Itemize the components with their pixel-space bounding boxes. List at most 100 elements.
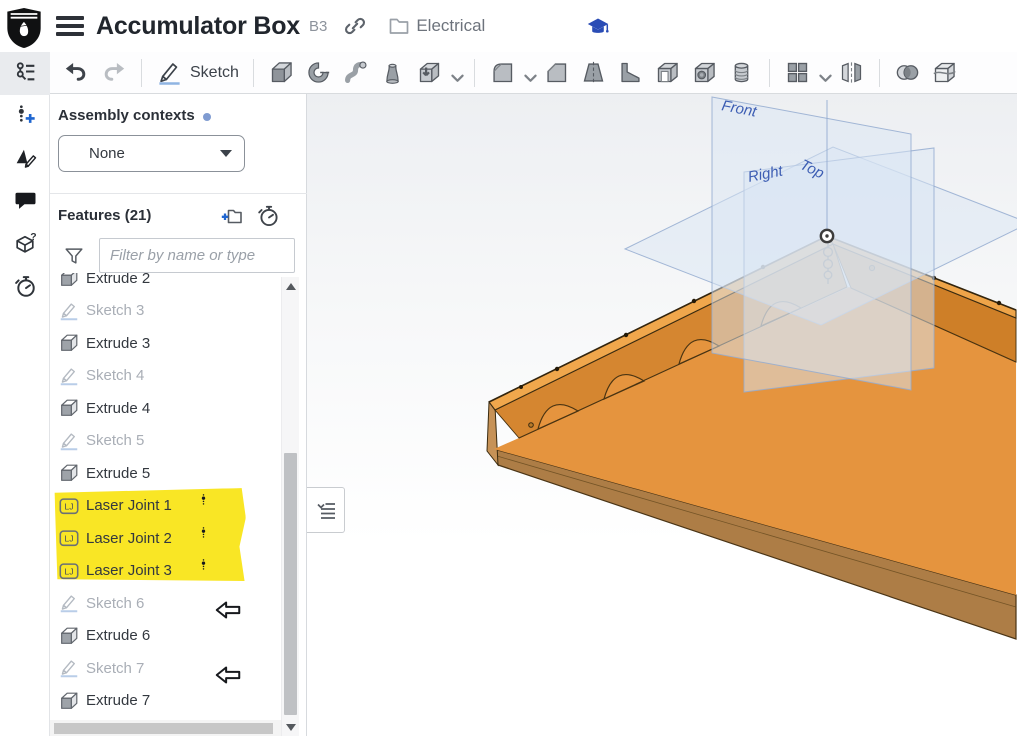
version-badge[interactable]: B3 xyxy=(309,18,327,35)
feature-row-sketch-5[interactable]: Sketch 5 xyxy=(50,424,281,457)
rollback-arrow-icon[interactable] xyxy=(213,595,243,612)
insert-item-icon xyxy=(13,102,38,132)
feat-sketch-icon xyxy=(58,657,80,679)
feature-row-sketch-4[interactable]: Sketch 4 xyxy=(50,359,281,392)
shell-button[interactable] xyxy=(649,57,686,88)
comment-icon xyxy=(13,188,38,218)
chevron-down-icon[interactable] xyxy=(812,65,828,81)
thicken-icon xyxy=(416,59,443,86)
vertical-scrollbar[interactable] xyxy=(281,277,299,736)
redo-icon xyxy=(100,59,127,86)
extrude-button[interactable] xyxy=(263,57,300,88)
sketch-button[interactable]: Sketch xyxy=(151,57,244,88)
feature-label: Extrude 5 xyxy=(86,465,150,482)
assembly-context-select[interactable]: None xyxy=(58,135,245,172)
filter-funnel-icon[interactable] xyxy=(63,245,85,267)
app-logo[interactable] xyxy=(4,5,44,51)
linear-pattern-button[interactable] xyxy=(779,57,833,88)
chamfer-button[interactable] xyxy=(538,57,575,88)
feature-list-flyout-toggle[interactable] xyxy=(307,487,345,533)
feature-menu-dots-icon[interactable] xyxy=(197,493,210,519)
feat-sketch-icon xyxy=(58,592,80,614)
feature-panel: Assembly contexts None Features (21) Ext… xyxy=(50,94,307,736)
folder-icon[interactable] xyxy=(387,14,411,38)
add-folder-icon[interactable] xyxy=(220,204,244,228)
h-scroll-thumb[interactable] xyxy=(54,723,273,734)
feature-row-extrude-5[interactable]: Extrude 5 xyxy=(50,457,281,490)
history-icon xyxy=(13,274,38,304)
shell-icon xyxy=(654,59,681,86)
sidebar-item-feature-list[interactable] xyxy=(0,52,50,95)
front-plane xyxy=(712,97,911,390)
feature-row-sketch-3[interactable]: Sketch 3 xyxy=(50,294,281,327)
feat-laser-icon: LJ xyxy=(58,560,80,582)
feature-row-laser-joint-1[interactable]: LJLaser Joint 1 xyxy=(50,489,281,522)
feature-row-laser-joint-3[interactable]: LJLaser Joint 3 xyxy=(50,554,281,587)
horizontal-scrollbar[interactable] xyxy=(50,720,281,736)
toolbar-separator xyxy=(141,59,142,87)
feat-extrude-icon xyxy=(58,273,80,289)
assembly-contexts-status-dot xyxy=(203,113,211,121)
left-sidebar: ? xyxy=(0,52,50,736)
feat-extrude-icon xyxy=(58,690,80,712)
origin-marker[interactable] xyxy=(821,230,833,242)
graphics-viewport[interactable]: Front Right Top xyxy=(307,94,1017,736)
extrude-icon xyxy=(268,59,295,86)
feat-laser-icon: LJ xyxy=(58,495,80,517)
chevron-down-icon[interactable] xyxy=(444,65,460,81)
chamfer-icon xyxy=(543,59,570,86)
sweep-button[interactable] xyxy=(337,57,374,88)
rollback-arrow-icon[interactable] xyxy=(213,660,243,677)
fillet-button[interactable] xyxy=(484,57,538,88)
draft-button[interactable] xyxy=(575,57,612,88)
document-title: Accumulator Box xyxy=(96,12,300,41)
redo-button[interactable] xyxy=(95,57,132,88)
feature-row-sketch-7[interactable]: Sketch 7 xyxy=(50,652,281,685)
sidebar-item-part-query[interactable]: ? xyxy=(0,224,50,267)
feature-row-extrude-7[interactable]: Extrude 7 xyxy=(50,684,281,717)
feature-row-sketch-6[interactable]: Sketch 6 xyxy=(50,587,281,620)
boolean-icon xyxy=(894,59,921,86)
scroll-down-arrow[interactable] xyxy=(286,724,296,731)
feature-menu-dots-icon[interactable] xyxy=(197,558,210,584)
feature-label: Sketch 3 xyxy=(86,302,144,319)
hole-button[interactable] xyxy=(686,57,723,88)
sidebar-item-appearance-editor[interactable] xyxy=(0,138,50,181)
panel-divider xyxy=(50,193,307,194)
undo-button[interactable] xyxy=(58,57,95,88)
feature-row-extrude-3[interactable]: Extrude 3 xyxy=(50,327,281,360)
v-scroll-thumb[interactable] xyxy=(284,453,297,715)
split-button[interactable] xyxy=(926,57,963,88)
onshape-app: { "header": { "title": "Accumulator Box"… xyxy=(0,0,1017,736)
revolve-button[interactable] xyxy=(300,57,337,88)
rib-button[interactable] xyxy=(612,57,649,88)
mirror-button[interactable] xyxy=(833,57,870,88)
sketch-button-label: Sketch xyxy=(190,64,239,82)
sidebar-item-history[interactable] xyxy=(0,267,50,310)
folder-name[interactable]: Electrical xyxy=(416,16,485,36)
feature-label: Sketch 4 xyxy=(86,367,144,384)
feature-row-extrude-4[interactable]: Extrude 4 xyxy=(50,392,281,425)
scroll-up-arrow[interactable] xyxy=(286,283,296,290)
thread-button[interactable] xyxy=(723,57,760,88)
hamburger-menu-icon[interactable] xyxy=(56,16,84,36)
feat-extrude-icon xyxy=(58,397,80,419)
feature-row-extrude-6[interactable]: Extrude 6 xyxy=(50,619,281,652)
feature-row-extrude-2[interactable]: Extrude 2 xyxy=(50,273,281,295)
feat-extrude-icon xyxy=(58,462,80,484)
graduation-cap-icon[interactable] xyxy=(586,15,610,39)
loft-button[interactable] xyxy=(374,57,411,88)
sidebar-item-comment[interactable] xyxy=(0,181,50,224)
feature-label: Sketch 7 xyxy=(86,660,144,677)
features-count-label: Features (21) xyxy=(58,207,151,224)
feature-filter-input[interactable] xyxy=(99,238,295,273)
feature-stopwatch-icon[interactable] xyxy=(256,204,280,228)
feature-row-laser-joint-2[interactable]: LJLaser Joint 2 xyxy=(50,522,281,555)
toolbar-separator xyxy=(474,59,475,87)
link-icon[interactable] xyxy=(343,14,367,38)
sidebar-item-insert-item[interactable] xyxy=(0,95,50,138)
feature-menu-dots-icon[interactable] xyxy=(197,526,210,552)
boolean-button[interactable] xyxy=(889,57,926,88)
thicken-button[interactable] xyxy=(411,57,465,88)
chevron-down-icon[interactable] xyxy=(517,65,533,81)
